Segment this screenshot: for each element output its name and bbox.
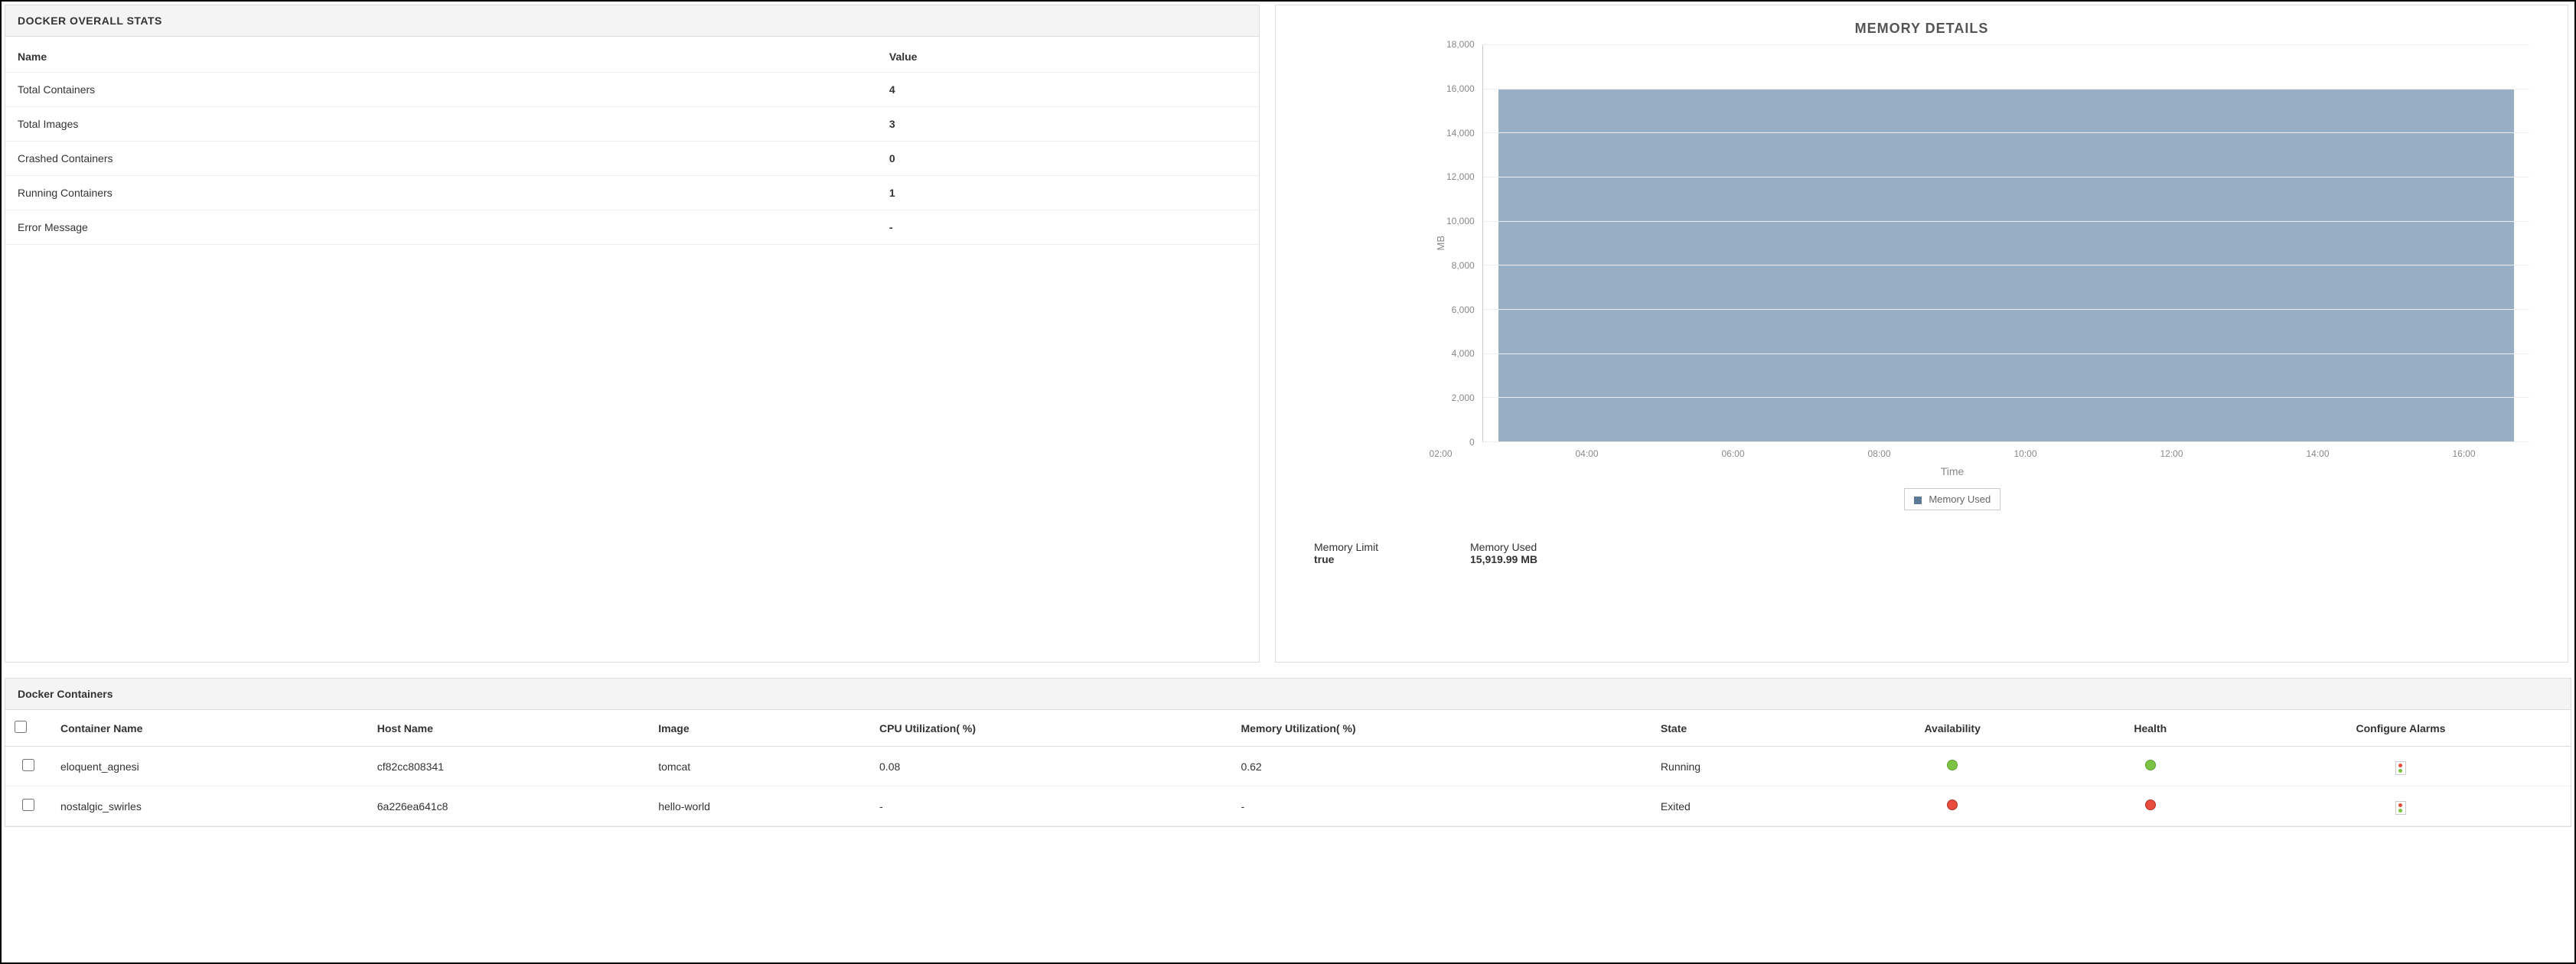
stats-row: Error Message-	[5, 210, 1259, 245]
cell-memory: -	[1231, 787, 1651, 826]
stats-row-value: 0	[877, 142, 1259, 176]
x-tick: 08:00	[1867, 448, 1890, 459]
col-image[interactable]: Image	[649, 710, 870, 747]
stats-row-name: Total Images	[5, 107, 877, 142]
memory-chart: MB 18,00016,00014,00012,00010,0008,0006,…	[1291, 44, 2552, 442]
legend-item[interactable]: Memory Used	[1904, 488, 2001, 510]
health-status-icon	[2145, 800, 2156, 810]
memory-limit-label: Memory Limit	[1314, 541, 1378, 553]
grid-line	[1483, 309, 2529, 310]
grid-line	[1483, 44, 2529, 45]
grid-line	[1483, 441, 2529, 442]
legend-label: Memory Used	[1929, 493, 1991, 505]
stats-row-name: Error Message	[5, 210, 877, 245]
x-tick: 12:00	[2160, 448, 2183, 459]
memory-limit-value: true	[1314, 553, 1378, 565]
col-health[interactable]: Health	[2070, 710, 2231, 747]
x-tick: 14:00	[2306, 448, 2329, 459]
containers-panel-title: Docker Containers	[5, 679, 2571, 710]
cell-state: Running	[1652, 747, 1835, 787]
x-ticks: 02:00 04:00 06:00 08:00 10:00 12:00 14:00 16:00	[1291, 442, 2552, 462]
docker-containers-panel: Docker Containers Container Name Host Na…	[5, 678, 2571, 827]
stats-row: Total Containers4	[5, 73, 1259, 107]
cell-cpu: 0.08	[870, 747, 1231, 787]
select-all-cell	[5, 710, 51, 747]
stats-row: Crashed Containers0	[5, 142, 1259, 176]
x-tick: 06:00	[1721, 448, 1744, 459]
table-row[interactable]: nostalgic_swirles6a226ea641c8hello-world…	[5, 787, 2571, 826]
stats-row-value: 4	[877, 73, 1259, 107]
x-axis-label: Time	[1291, 465, 2552, 477]
row-checkbox[interactable]	[22, 759, 34, 771]
stats-row-name: Running Containers	[5, 176, 877, 210]
grid-line	[1483, 353, 2529, 354]
col-availability[interactable]: Availability	[1835, 710, 2070, 747]
configure-alarms-icon[interactable]	[2395, 761, 2406, 775]
availability-status-icon	[1947, 760, 1958, 770]
row-checkbox[interactable]	[22, 799, 34, 811]
health-status-icon	[2145, 760, 2156, 770]
x-tick: 04:00	[1575, 448, 1598, 459]
col-container-name[interactable]: Container Name	[51, 710, 368, 747]
plot-area	[1482, 44, 2529, 442]
x-tick: 16:00	[2452, 448, 2475, 459]
x-tick: 02:00	[1429, 448, 1452, 459]
cell-image: tomcat	[649, 747, 870, 787]
cell-container-name[interactable]: nostalgic_swirles	[51, 787, 368, 826]
x-tick: 10:00	[2014, 448, 2036, 459]
cell-host-name: 6a226ea641c8	[368, 787, 649, 826]
docker-overall-stats-panel: DOCKER OVERALL STATS Name Value Total Co…	[5, 5, 1260, 663]
stats-panel-title: DOCKER OVERALL STATS	[5, 5, 1259, 37]
col-state[interactable]: State	[1652, 710, 1835, 747]
cell-memory: 0.62	[1231, 747, 1651, 787]
cell-host-name: cf82cc808341	[368, 747, 649, 787]
stats-col-name: Name	[5, 37, 877, 73]
y-ticks: 18,00016,00014,00012,00010,0008,0006,000…	[1446, 44, 1482, 442]
stats-col-value: Value	[877, 37, 1259, 73]
containers-table: Container Name Host Name Image CPU Utili…	[5, 710, 2571, 826]
cell-container-name[interactable]: eloquent_agnesi	[51, 747, 368, 787]
select-all-checkbox[interactable]	[15, 721, 27, 733]
grid-line	[1483, 132, 2529, 133]
y-axis-label: MB	[1429, 236, 1446, 251]
stats-row-value: -	[877, 210, 1259, 245]
stats-row-value: 3	[877, 107, 1259, 142]
grid-line	[1483, 89, 2529, 90]
stats-row-value: 1	[877, 176, 1259, 210]
chart-legend: Memory Used	[1291, 488, 2552, 510]
memory-used-value: 15,919.99 MB	[1470, 553, 1537, 565]
stats-row: Total Images3	[5, 107, 1259, 142]
stats-row-name: Crashed Containers	[5, 142, 877, 176]
col-host-name[interactable]: Host Name	[368, 710, 649, 747]
chart-title: MEMORY DETAILS	[1291, 21, 2552, 37]
grid-line	[1483, 221, 2529, 222]
stats-row-name: Total Containers	[5, 73, 877, 107]
stats-table: Name Value Total Containers4Total Images…	[5, 37, 1259, 245]
memory-stats-row: Memory Limit true Memory Used 15,919.99 …	[1291, 510, 2552, 573]
memory-details-panel: MEMORY DETAILS MB 18,00016,00014,00012,0…	[1275, 5, 2568, 663]
col-configure-alarms[interactable]: Configure Alarms	[2231, 710, 2571, 747]
availability-status-icon	[1947, 800, 1958, 810]
cell-state: Exited	[1652, 787, 1835, 826]
table-row[interactable]: eloquent_agnesicf82cc808341tomcat0.080.6…	[5, 747, 2571, 787]
col-memory[interactable]: Memory Utilization( %)	[1231, 710, 1651, 747]
grid-line	[1483, 397, 2529, 398]
col-cpu[interactable]: CPU Utilization( %)	[870, 710, 1231, 747]
configure-alarms-icon[interactable]	[2395, 801, 2406, 815]
stats-row: Running Containers1	[5, 176, 1259, 210]
legend-swatch-icon	[1914, 497, 1922, 504]
memory-used-label: Memory Used	[1470, 541, 1537, 553]
cell-image: hello-world	[649, 787, 870, 826]
cell-cpu: -	[870, 787, 1231, 826]
